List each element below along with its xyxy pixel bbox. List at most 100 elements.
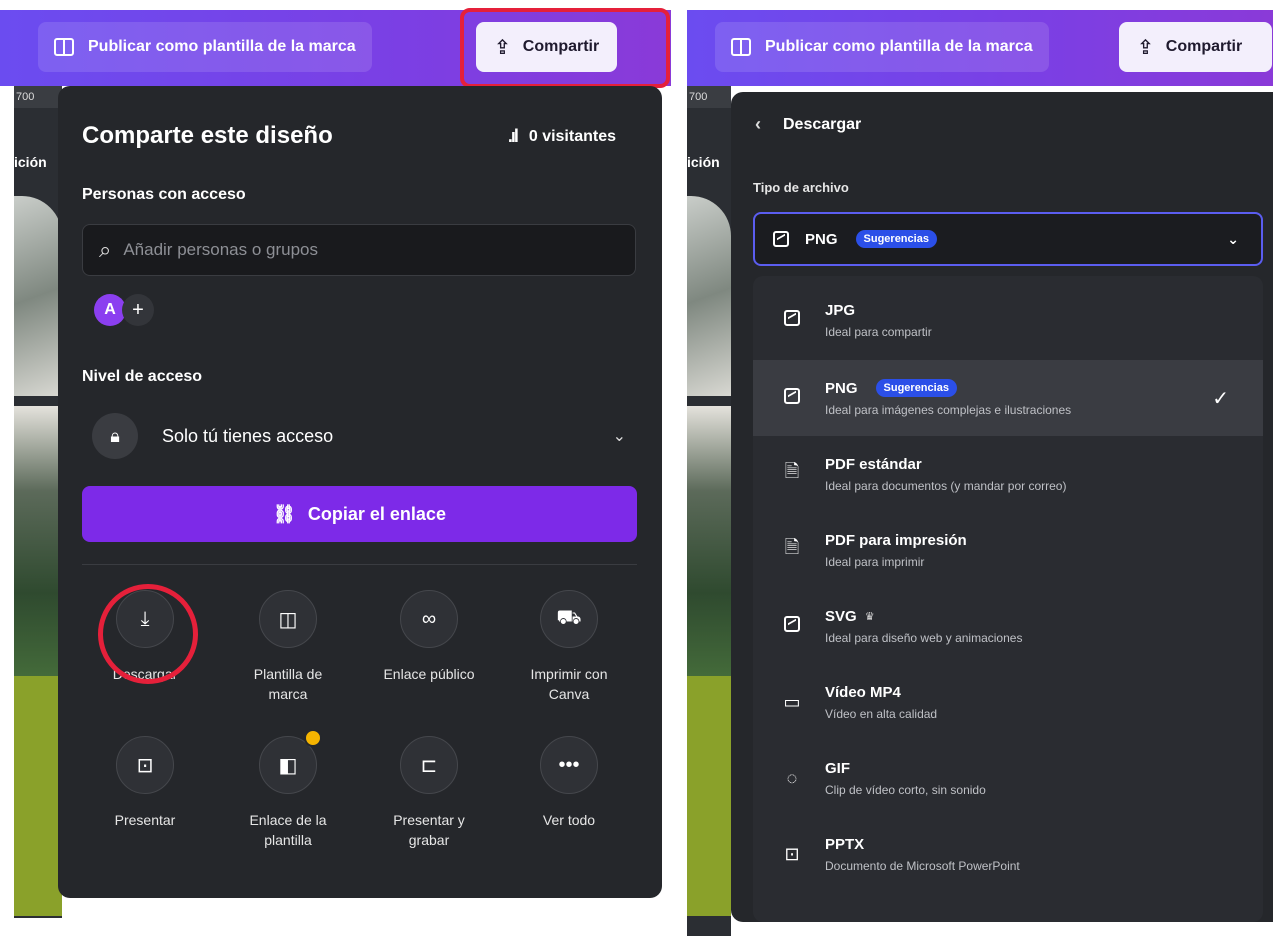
action-template-link[interactable]: ◧ Enlace de la plantilla — [223, 729, 353, 850]
file-option-mp4[interactable]: ▭ Vídeo MP4 Vídeo en alta calidad — [753, 664, 1263, 740]
share-popup: Comparte este diseño .ıl 0 visitantes Pe… — [58, 86, 662, 898]
document-icon: 🗎 — [784, 461, 800, 481]
left-screenshot: Publicar como plantilla de la marca ⇪ Co… — [0, 0, 671, 936]
lock-icon: 🔒︎ — [92, 413, 138, 459]
canvas-label: ición — [14, 154, 47, 170]
image-icon — [777, 615, 807, 637]
image-icon — [773, 231, 789, 247]
download-panel: ‹ Descargar Tipo de archivo PNG Sugerenc… — [731, 92, 1273, 922]
access-level-label: Nivel de acceso — [82, 368, 203, 385]
right-screenshot: Publicar como plantilla de la marca ⇪ Co… — [687, 0, 1273, 936]
publish-brand-template-button[interactable]: Publicar como plantilla de la marca — [38, 22, 372, 72]
action-label: Ver todo — [542, 812, 596, 828]
brand-template-icon: ◫ — [259, 590, 317, 648]
option-name: PDF estándar — [825, 455, 922, 473]
chevron-left-icon[interactable]: ‹ — [755, 114, 761, 135]
canvas-block — [687, 676, 731, 916]
publish-brand-template-button[interactable]: Publicar como plantilla de la marca — [715, 22, 1049, 72]
ruler: 700 — [687, 86, 731, 108]
ruler: 700 — [14, 86, 62, 108]
file-type-list: JPG Ideal para compartir PNG Sugerencias Id… — [753, 276, 1263, 922]
selected-type: PNG — [805, 230, 838, 248]
file-option-png[interactable]: PNG Sugerencias Ideal para imágenes comple… — [753, 360, 1263, 436]
option-name: PDF para impresión — [825, 531, 967, 549]
brand-template-icon — [731, 38, 751, 56]
link-icon: ∞ — [400, 590, 458, 648]
present-icon: ⊡ — [116, 736, 174, 794]
option-desc: Ideal para diseño web y animaciones — [825, 630, 1023, 645]
action-label: Presentar y grabar — [393, 812, 465, 848]
bar-chart-icon: .ıl — [507, 126, 519, 146]
option-desc: Ideal para documentos (y mandar por corr… — [825, 478, 1067, 493]
download-header: ‹ Descargar — [755, 114, 861, 135]
add-people-input[interactable]: ⌕ Añadir personas o grupos — [82, 224, 636, 276]
file-option-pdf-print[interactable]: 🗎 PDF para impresión Ideal para imprimir — [753, 512, 1263, 588]
option-name: PNG — [825, 379, 858, 397]
publish-label: Publicar como plantilla de la marca — [765, 38, 1033, 55]
suggestion-badge: Sugerencias — [855, 230, 937, 248]
publish-label: Publicar como plantilla de la marca — [88, 38, 356, 55]
option-desc: Ideal para compartir — [825, 324, 932, 339]
popup-title: Comparte este diseño — [82, 122, 333, 149]
video-icon: ▭ — [783, 691, 801, 712]
copy-link-button[interactable]: ⛓ Copiar el enlace — [82, 486, 637, 542]
image-icon — [777, 309, 807, 331]
record-icon: ⊏ — [400, 736, 458, 794]
access-value: Solo tú tienes acceso — [162, 425, 334, 446]
action-label: Imprimir con Canva — [530, 666, 608, 702]
brand-template-icon — [54, 38, 74, 56]
people-access-label: Personas con acceso — [82, 186, 246, 203]
action-present[interactable]: ⊡ Presentar — [80, 736, 210, 830]
file-type-label: Tipo de archivo — [753, 180, 849, 195]
more-icon: ••• — [540, 736, 598, 794]
option-name: JPG — [825, 301, 856, 319]
search-icon: ⌕ — [99, 237, 112, 262]
file-option-gif[interactable]: ◌ GIF Clip de vídeo corto, sin sonido — [753, 740, 1263, 816]
download-title: Descargar — [783, 115, 862, 133]
action-label: Presentar — [114, 812, 176, 828]
canvas-image — [14, 196, 62, 396]
copy-label: Copiar el enlace — [307, 503, 446, 524]
action-print[interactable]: ⛟ Imprimir con Canva — [504, 590, 634, 704]
template-link-icon: ◧ — [259, 729, 322, 794]
access-level-dropdown[interactable]: 🔒︎ Solo tú tienes acceso ⌄ — [92, 410, 626, 462]
present-icon: ⊡ — [784, 843, 800, 864]
action-present-record[interactable]: ⊏ Presentar y grabar — [364, 736, 494, 850]
share-button[interactable]: ⇪ Compartir — [1119, 22, 1273, 72]
file-type-select[interactable]: PNG Sugerencias ⌄ — [753, 212, 1263, 266]
share-highlight — [460, 8, 670, 88]
download-highlight — [98, 584, 198, 684]
option-name: SVG — [825, 607, 857, 625]
file-option-pdf-standard[interactable]: 🗎 PDF estándar Ideal para documentos (y m… — [753, 436, 1263, 512]
option-name: PPTX — [825, 835, 865, 853]
option-desc: Documento de Microsoft PowerPoint — [825, 858, 1020, 873]
canvas-image — [687, 196, 731, 396]
action-see-all[interactable]: ••• Ver todo — [504, 736, 634, 830]
suggestion-badge: Sugerencias — [875, 379, 957, 397]
crown-icon: ♛ — [864, 610, 875, 623]
check-icon: ✓ — [1212, 387, 1229, 410]
share-label: Compartir — [1165, 38, 1243, 55]
canvas-block — [14, 676, 62, 916]
chevron-down-icon: ⌄ — [612, 428, 626, 445]
upload-icon: ⇪ — [1137, 36, 1154, 59]
action-public-link[interactable]: ∞ Enlace público — [364, 590, 494, 684]
add-person-icon[interactable]: + — [122, 294, 154, 326]
visitors-count[interactable]: .ıl 0 visitantes — [508, 126, 616, 147]
option-name: GIF — [825, 759, 850, 777]
file-option-jpg[interactable]: JPG Ideal para compartir — [753, 282, 1263, 358]
canvas-label: ición — [687, 154, 720, 170]
visitors-label: 0 visitantes — [528, 127, 616, 145]
document-icon: 🗎 — [784, 537, 800, 557]
action-brand-template[interactable]: ◫ Plantilla de marca — [223, 590, 353, 704]
design-canvas: 700 ición — [687, 86, 731, 936]
action-label: Enlace de la plantilla — [249, 812, 327, 848]
truck-icon: ⛟ — [540, 590, 598, 648]
crown-icon — [304, 729, 322, 747]
file-option-pptx[interactable]: ⊡ PPTX Documento de Microsoft PowerPoint — [753, 816, 1263, 892]
file-option-svg[interactable]: SVG ♛ Ideal para diseño web y animaciones — [753, 588, 1263, 664]
option-desc: Vídeo en alta calidad — [825, 706, 938, 721]
image-icon — [777, 387, 807, 409]
search-placeholder: Añadir personas o grupos — [123, 240, 319, 259]
option-name: Vídeo MP4 — [825, 683, 901, 701]
